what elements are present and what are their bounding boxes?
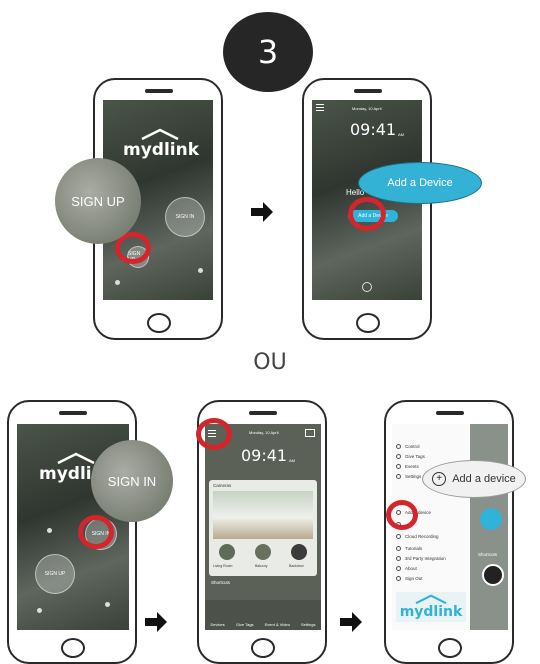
add-device-callout: Add a Device — [358, 162, 482, 204]
highlight-ring-add-device — [348, 197, 386, 231]
clock-time: 09:41 — [241, 446, 288, 465]
menu-item-sign-out[interactable]: Sign Out — [396, 576, 423, 581]
menu-item-settings[interactable]: Settings — [396, 474, 421, 479]
decor-dot — [115, 280, 120, 285]
menu-icon[interactable] — [316, 104, 324, 111]
decor-dot — [37, 608, 42, 613]
date-text: Monday, 10 April — [249, 430, 279, 435]
mydlink-logo: mydlink — [123, 128, 200, 160]
logo-text: mydlink — [123, 140, 200, 160]
highlight-ring-sign-in — [78, 515, 114, 549]
tab-give-tags[interactable]: Give Tags — [236, 622, 254, 627]
tab-devices[interactable]: Devices — [211, 622, 225, 627]
sign-up-callout-text: SIGN UP — [71, 193, 125, 209]
sign-up-label: SIGN UP — [44, 571, 66, 577]
cameras-label: Cameras — [213, 483, 232, 488]
phone-side-menu: Control Give Tags Events Settings Add a … — [384, 400, 514, 664]
logo-text: mydlink — [399, 604, 463, 620]
menu-item-events[interactable]: Events — [396, 464, 419, 469]
sign-up-button[interactable]: SIGN UP — [35, 554, 75, 594]
sign-in-label: SIGN IN — [175, 214, 195, 220]
room-label: Living Room — [213, 564, 233, 568]
tab-settings[interactable]: Settings — [301, 622, 315, 627]
shortcut-tile[interactable] — [482, 564, 504, 586]
menu-item-cloud-recording[interactable]: Cloud Recording — [396, 534, 439, 539]
phone-screen: Monday, 10 April 09:41 AM Cameras Living… — [205, 424, 321, 630]
decor-dot — [198, 268, 203, 273]
step-number-badge: 3 — [223, 12, 313, 92]
shortcuts-label: Shortcuts — [211, 580, 231, 585]
home-button — [438, 638, 462, 658]
home-button — [147, 313, 171, 333]
camera-icon[interactable] — [305, 429, 315, 437]
or-separator: OU — [253, 350, 287, 375]
clock-time: 09:41 — [350, 120, 397, 139]
arrow-right-icon — [340, 612, 362, 632]
add-device-callout-text: Add a device — [452, 473, 516, 485]
roof-icon — [141, 128, 179, 140]
menu-item-give-tags[interactable]: Give Tags — [396, 454, 425, 459]
home-button — [251, 638, 275, 658]
menu-item-about[interactable]: About — [396, 566, 417, 571]
phone-signin: mydlink SIGN IN SIGN UP — [7, 400, 137, 664]
arrow-right-icon — [145, 612, 167, 632]
decor-dot — [105, 602, 110, 607]
plus-circle-icon: + — [432, 472, 447, 486]
clock-ampm: AM — [289, 458, 295, 463]
decor-dot — [47, 528, 52, 533]
clock-ampm: AM — [398, 132, 404, 137]
mydlink-logo: mydlink — [396, 592, 466, 622]
tab-event-video[interactable]: Event & Video — [265, 622, 290, 627]
step-number: 3 — [257, 33, 279, 71]
date-text: Monday, 10 April — [352, 106, 382, 111]
cameras-card: Cameras Living Room Balcony Backdoor — [209, 480, 317, 576]
phone-speaker — [354, 89, 382, 93]
menu-item-tutorials[interactable]: Tutorials — [396, 546, 422, 551]
roof-icon — [415, 594, 447, 604]
highlight-ring-add-device-menu — [386, 500, 418, 530]
sign-up-callout: SIGN UP — [55, 158, 141, 244]
arrow-right-icon — [251, 202, 273, 222]
settings-icon[interactable] — [362, 282, 372, 292]
room-chip[interactable] — [255, 544, 271, 560]
menu-item-control[interactable]: Control — [396, 444, 420, 449]
blue-device-tile[interactable] — [480, 508, 502, 530]
highlight-ring-menu — [196, 418, 232, 450]
tab-bar: Devices Give Tags Event & Video Settings — [205, 600, 321, 630]
menu-item-third-party[interactable]: 3rd Party Integration — [396, 556, 446, 561]
add-device-callout-text: Add a Device — [387, 177, 453, 189]
phone-speaker — [145, 89, 173, 93]
add-device-menu-callout: + Add a device — [422, 460, 526, 498]
sign-in-button[interactable]: SIGN IN — [165, 197, 205, 237]
roof-icon — [57, 452, 95, 464]
home-button — [356, 313, 380, 333]
room-chip[interactable] — [219, 544, 235, 560]
home-button — [61, 638, 85, 658]
room-label: Balcony — [255, 564, 268, 568]
room-label: Backdoor — [289, 564, 304, 568]
phone-speaker — [249, 411, 277, 415]
camera-preview[interactable] — [213, 491, 313, 539]
sign-in-callout: SIGN IN — [91, 440, 173, 522]
room-chip[interactable] — [291, 544, 307, 560]
shortcuts-label: Shortcuts — [478, 552, 498, 557]
sign-in-callout-text: SIGN IN — [107, 473, 157, 489]
phone-speaker — [436, 411, 464, 415]
phone-speaker — [59, 411, 87, 415]
